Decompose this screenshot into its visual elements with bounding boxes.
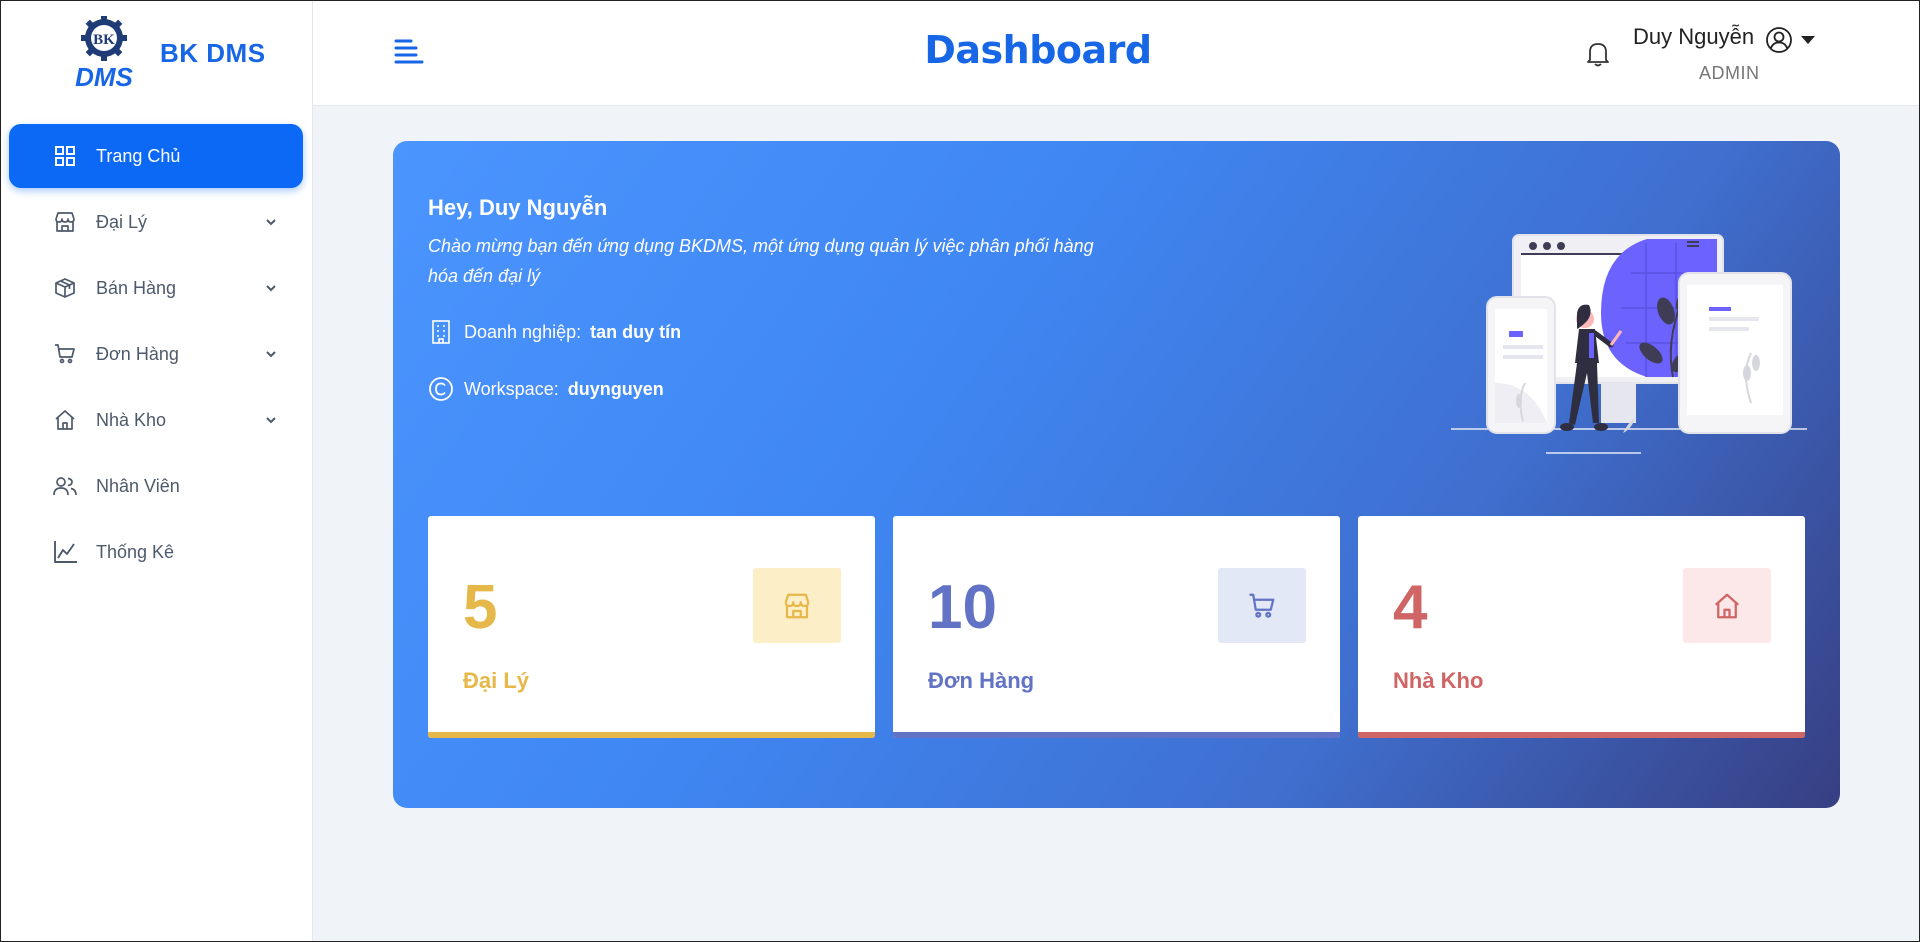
caret-down-icon[interactable] <box>1800 34 1816 46</box>
logo-text-bottom: DMS <box>75 62 133 90</box>
brand-logo: BK DMS <box>75 16 134 90</box>
workspace-label: Workspace: <box>464 378 559 399</box>
sidebar-item-label: Trang Chủ <box>96 145 181 166</box>
sidebar-item-nha-kho[interactable]: Nhà Kho <box>9 388 303 452</box>
box-icon <box>51 274 79 302</box>
stat-accent-bar <box>893 732 1340 738</box>
company-label: Doanh nghiệp: <box>464 321 582 342</box>
workspace-value: duynguyen <box>567 378 664 399</box>
user-name[interactable]: Duy Nguyễn <box>1633 24 1754 50</box>
chevron-down-icon <box>266 417 276 424</box>
copyright-icon <box>429 377 453 401</box>
sidebar-item-dai-ly[interactable]: Đại Lý <box>9 190 303 254</box>
stat-accent-bar <box>1358 732 1805 738</box>
stat-value: 10 <box>928 573 997 642</box>
user-circle-icon[interactable] <box>1765 26 1793 54</box>
brand-name: BK DMS <box>160 37 266 68</box>
company-info: Doanh nghiệp: tan duy tín <box>428 319 681 345</box>
sidebar-item-ban-hang[interactable]: Bán Hàng <box>9 256 303 320</box>
chevron-down-icon <box>266 285 276 292</box>
stat-label: Đại Lý <box>463 668 530 693</box>
menu-toggle-icon[interactable] <box>393 36 425 68</box>
dashboard-illustration <box>1451 234 1807 454</box>
sidebar-item-label: Đại Lý <box>96 211 148 232</box>
sidebar-item-don-hang[interactable]: Đơn Hàng <box>9 322 303 386</box>
stat-label: Nhà Kho <box>1393 668 1484 693</box>
building-icon <box>432 320 450 344</box>
sidebar-item-label: Nhà Kho <box>96 409 167 430</box>
sidebar-nav: Trang Chủ Đại Lý Bán Hàng Đơn Hàng Nhà K… <box>0 106 312 584</box>
stat-icon-box <box>1218 568 1306 643</box>
greeting-text: Hey, Duy Nguyễn <box>428 195 608 220</box>
home-icon <box>51 406 79 434</box>
store-icon <box>51 208 79 236</box>
sidebar-item-label: Đơn Hàng <box>96 343 179 364</box>
workspace-info: Workspace: duynguyen <box>428 376 664 402</box>
bell-icon[interactable] <box>1585 40 1611 68</box>
cart-icon <box>51 340 79 368</box>
stat-label: Đơn Hàng <box>928 668 1035 693</box>
welcome-text: Chào mừng bạn đến ứng dụng BKDMS, một ứn… <box>428 236 1094 286</box>
cart-icon <box>1249 593 1275 618</box>
sidebar-item-label: Bán Hàng <box>96 277 177 298</box>
stat-icon-box <box>1683 568 1771 643</box>
chevron-down-icon <box>266 219 276 226</box>
sidebar-item-label: Thống Kê <box>96 541 175 562</box>
users-icon <box>51 472 79 500</box>
user-role: ADMIN <box>1699 63 1760 83</box>
stat-value: 4 <box>1393 573 1428 642</box>
stat-card-dai-ly[interactable]: 5 Đại Lý <box>428 516 875 738</box>
chevron-down-icon <box>266 351 276 358</box>
stat-value: 5 <box>463 573 498 642</box>
home-icon <box>1715 593 1739 618</box>
company-value: tan duy tín <box>590 321 682 342</box>
welcome-banner: Hey, Duy Nguyễn Chào mừng bạn đến ứng dụ… <box>393 141 1840 808</box>
top-header: Dashboard Duy Nguyễn ADMIN <box>313 0 1920 106</box>
page-title: Dashboard <box>924 28 1152 72</box>
logo-text-top: BK <box>93 32 115 48</box>
sidebar-item-trang-chu[interactable]: Trang Chủ <box>9 124 303 188</box>
stat-card-don-hang[interactable]: 10 Đơn Hàng <box>893 516 1340 738</box>
store-icon <box>784 593 810 618</box>
sidebar-item-label: Nhân Viên <box>96 475 180 496</box>
stat-icon-box <box>753 568 841 643</box>
chart-line-icon <box>51 538 79 566</box>
brand[interactable]: BK DMS BK DMS <box>0 0 312 106</box>
sidebar: BK DMS BK DMS Trang Chủ Đại Lý Bán Hàng … <box>0 0 313 942</box>
grid-icon <box>51 142 79 170</box>
stat-accent-bar <box>428 732 875 738</box>
sidebar-item-thong-ke[interactable]: Thống Kê <box>9 520 303 584</box>
sidebar-item-nhan-vien[interactable]: Nhân Viên <box>9 454 303 518</box>
stat-card-nha-kho[interactable]: 4 Nhà Kho <box>1358 516 1805 738</box>
